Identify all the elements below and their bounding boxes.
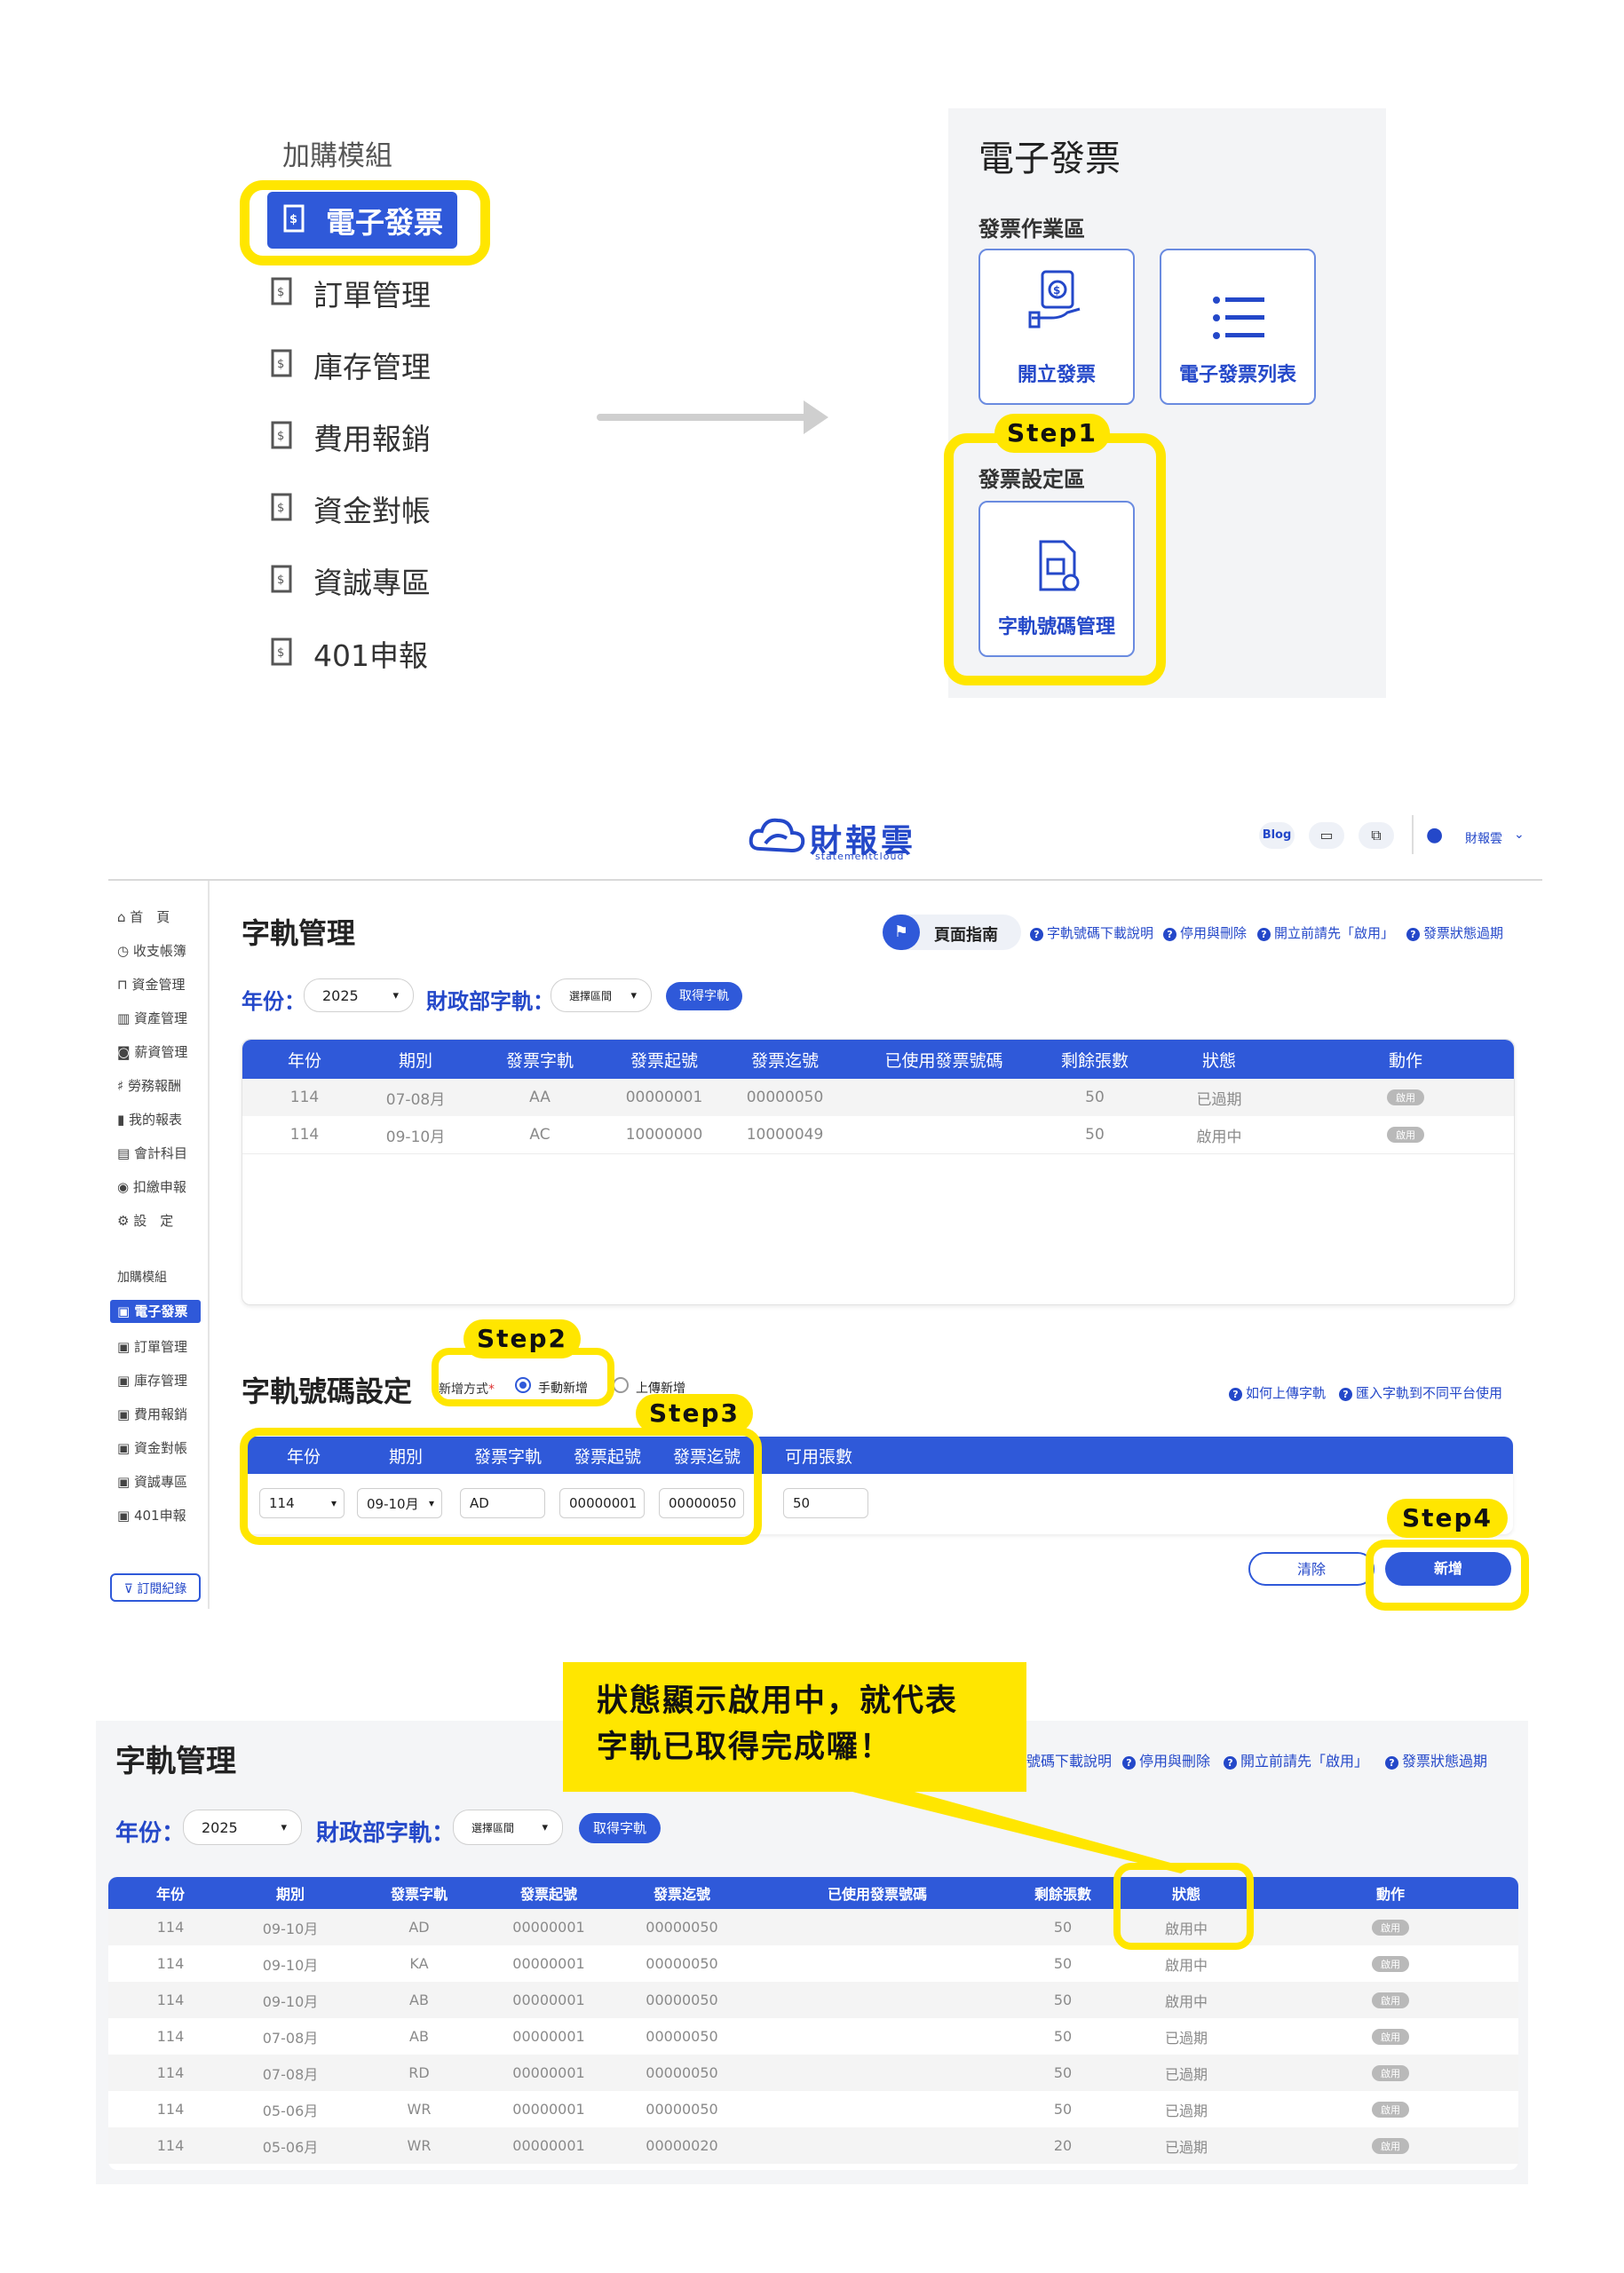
callout-line-1: 狀態顯示啟用中，就代表 — [597, 1683, 959, 1719]
callout-pointer — [852, 1792, 1190, 1873]
callout-note: 狀態顯示啟用中，就代表 字軌已取得完成囉！ — [563, 1662, 1026, 1792]
callout-line-2: 字軌已取得完成囉！ — [597, 1730, 893, 1765]
